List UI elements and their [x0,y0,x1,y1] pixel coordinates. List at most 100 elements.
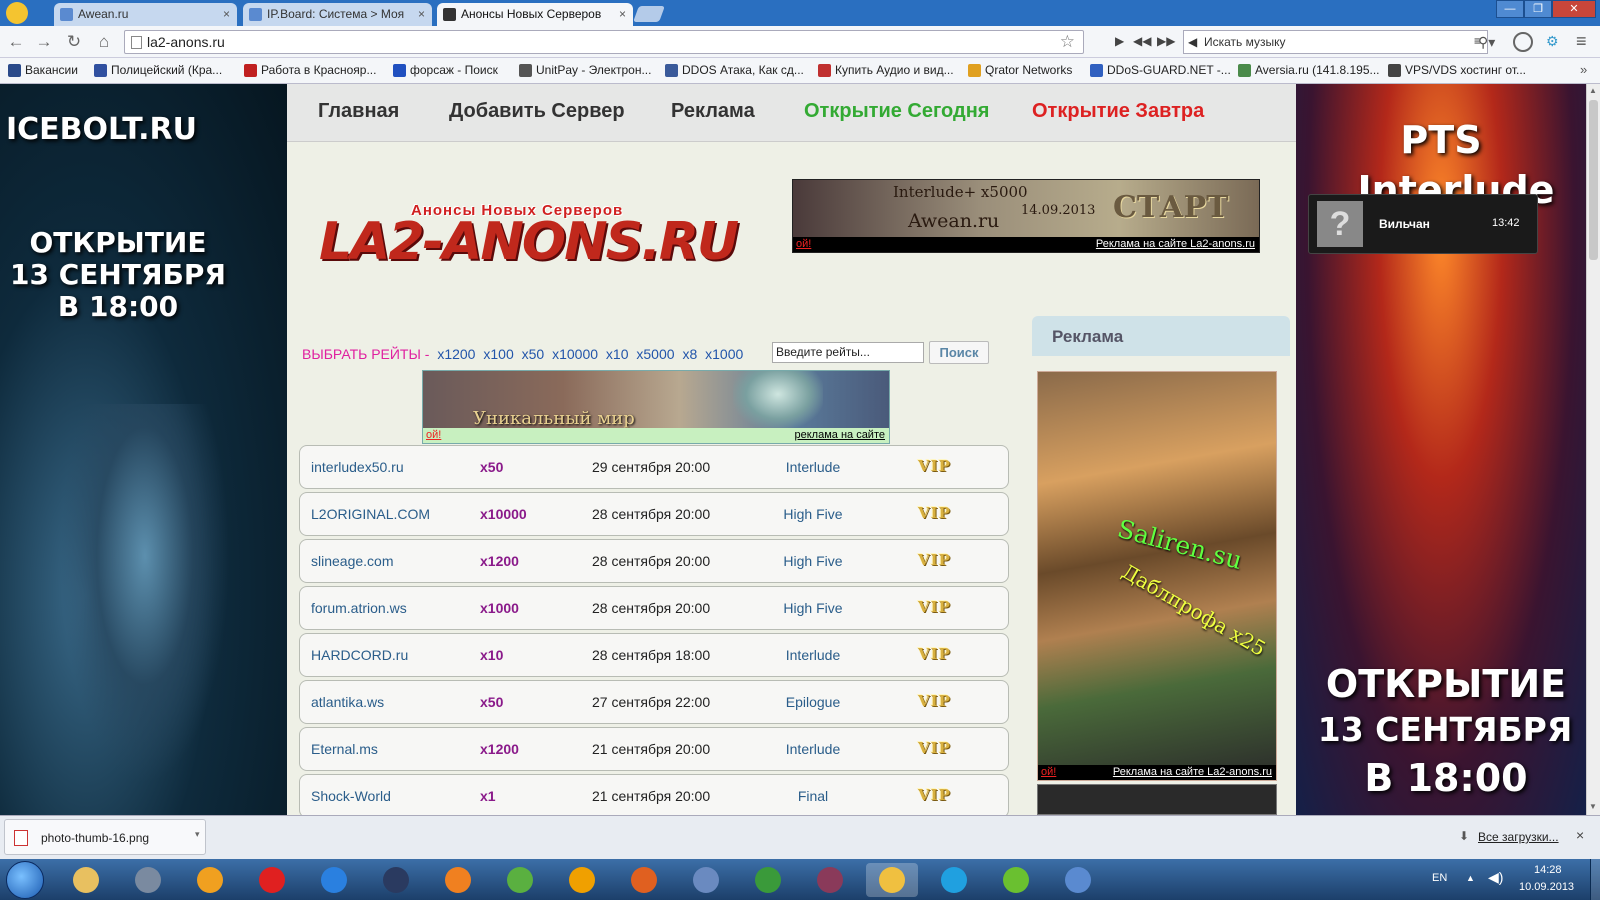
extension-icon[interactable] [1513,32,1533,52]
all-downloads-link[interactable]: Все загрузки... [1478,830,1559,844]
minimize-button[interactable]: — [1496,0,1524,18]
clock-time[interactable]: 14:28 [1534,864,1562,876]
server-site[interactable]: HARDCORD.ru [311,647,408,663]
reload-icon[interactable]: ↻ [64,32,84,52]
taskbar-winrar-button[interactable] [804,863,856,897]
home-icon[interactable]: ⌂ [94,32,114,52]
sidebar-ad-oops-link[interactable]: ой! [1041,766,1056,778]
tools-icon[interactable]: ⚙ [1546,33,1559,50]
taskbar-ie-button[interactable] [308,863,360,897]
taskbar-odnoklassniki-button[interactable] [432,863,484,897]
vertical-scrollbar[interactable]: ▲ ▼ [1586,84,1600,815]
taskbar-icq-button[interactable] [990,863,1042,897]
taskbar-paint-button[interactable] [1052,863,1104,897]
chat-notification[interactable]: ? Вильчан 13:42 [1308,194,1538,254]
rate-link[interactable]: x1200 [437,346,475,362]
server-site[interactable]: interludex50.ru [311,459,404,475]
nav-opening-today[interactable]: Открытие Сегодня [804,100,989,123]
tab-awean[interactable]: Awean.ru × [54,3,237,26]
download-menu-icon[interactable]: ▾ [195,829,200,840]
bookmark-item[interactable]: DDOS Атака, Как сд... [665,63,804,77]
server-site[interactable]: Shock-World [311,788,391,804]
rate-link[interactable]: x10 [606,346,629,362]
prev-icon[interactable]: ◀◀ [1133,34,1151,48]
bookmark-item[interactable]: Купить Аудио и вид... [818,63,954,77]
nav-home[interactable]: Главная [318,100,399,123]
scroll-up-icon[interactable]: ▲ [1589,86,1597,95]
server-row[interactable]: Eternal.ms x1200 21 сентября 20:00 Inter… [299,727,1009,771]
taskbar-skype-button[interactable] [928,863,980,897]
bookmark-item[interactable]: Qrator Networks [968,63,1072,77]
start-button[interactable] [6,861,44,899]
server-site[interactable]: slineage.com [311,553,394,569]
server-row[interactable]: L2ORIGINAL.COM x10000 28 сентября 20:00 … [299,492,1009,536]
music-search-input[interactable]: ◀ Искать музыку ≡ [1183,30,1488,54]
scroll-thumb[interactable] [1589,100,1598,260]
taskbar-yandex-button[interactable] [246,863,298,897]
server-site[interactable]: L2ORIGINAL.COM [311,506,430,522]
back-icon[interactable]: ← [6,32,26,52]
taskbar-media-player-button[interactable] [618,863,670,897]
address-bar[interactable]: la2-anons.ru ☆ [124,30,1084,54]
rate-link[interactable]: x1000 [705,346,743,362]
bookmark-item[interactable]: форсаж - Поиск [393,63,498,77]
nav-opening-tomorrow[interactable]: Открытие Завтра [1032,100,1204,123]
mid-ad-oops-link[interactable]: ой! [426,429,441,441]
sidebar-ad-caption-link[interactable]: Реклама на сайте La2-anons.ru [1113,766,1272,778]
rate-link[interactable]: x5000 [636,346,674,362]
taskbar-mail-agent-button[interactable] [556,863,608,897]
rate-link[interactable]: x10000 [552,346,598,362]
taskbar-mail-button[interactable] [680,863,732,897]
bookmark-item[interactable]: Вакансии [8,63,78,77]
nav-add-server[interactable]: Добавить Сервер [449,100,625,123]
bookmark-item[interactable]: VPS/VDS хостинг от... [1388,63,1526,77]
top-advertisement-banner[interactable]: Interlude+ x5000 Awean.ru 14.09.2013 СТА… [792,179,1260,253]
server-row[interactable]: forum.atrion.ws x1000 28 сентября 20:00 … [299,586,1009,630]
bookmark-item[interactable]: Aversia.ru (141.8.195... [1238,63,1380,77]
clock-date[interactable]: 10.09.2013 [1519,881,1574,893]
taskbar-volume-button[interactable] [122,863,174,897]
bookmark-item[interactable]: Работа в Краснояр... [244,63,376,77]
top-ad-caption-link[interactable]: Реклама на сайте La2-anons.ru [1096,238,1255,250]
server-row[interactable]: atlantika.ws x50 27 сентября 22:00 Epilo… [299,680,1009,724]
download-bar-close[interactable]: × [1576,827,1584,843]
server-site[interactable]: atlantika.ws [311,694,384,710]
download-item[interactable]: photo-thumb-16.png ▾ [4,819,206,855]
scroll-down-icon[interactable]: ▼ [1589,802,1597,811]
tab-close-icon[interactable]: × [223,7,230,21]
server-row[interactable]: interludex50.ru x50 29 сентября 20:00 In… [299,445,1009,489]
left-side-banner[interactable]: ICEBOLT.RU ОТКРЫТИЕ 13 СЕНТЯБРЯ В 18:00 [0,84,287,815]
rate-link[interactable]: x8 [682,346,697,362]
more-bookmarks-icon[interactable]: » [1580,62,1587,77]
sidebar-advertisement[interactable]: Saliren.su Даблпрофа x25 ой! Реклама на … [1037,371,1277,781]
taskbar-globe-button[interactable] [370,863,422,897]
new-tab-button[interactable] [633,6,665,22]
tray-arrow-icon[interactable]: ▲ [1466,873,1475,883]
server-row[interactable]: HARDCORD.ru x10 28 сентября 18:00 Interl… [299,633,1009,677]
server-row[interactable]: Shock-World x1 21 сентября 20:00 Final V… [299,774,1009,815]
taskbar-browser-button[interactable] [184,863,236,897]
mid-ad-caption-link[interactable]: реклама на сайте [795,429,886,441]
language-indicator[interactable]: EN [1432,872,1447,884]
tab-anons[interactable]: Анонсы Новых Серверов × [437,3,633,26]
taskbar-explorer-button[interactable] [60,863,112,897]
forward-icon[interactable]: → [34,32,54,52]
bookmark-item[interactable]: Полицейский (Кра... [94,63,222,77]
search-icon[interactable]: ⚲▾ [1478,34,1495,51]
rate-link[interactable]: x50 [522,346,545,362]
taskbar-chat-button[interactable] [742,863,794,897]
taskbar-chrome-button[interactable] [866,863,918,897]
show-desktop-button[interactable] [1590,859,1600,900]
taskbar-browser2-button[interactable] [494,863,546,897]
tab-close-icon[interactable]: × [619,7,626,21]
tab-close-icon[interactable]: × [418,7,425,21]
server-site[interactable]: forum.atrion.ws [311,600,407,616]
middle-advertisement-banner[interactable]: Уникальный мир ой! реклама на сайте [422,370,890,444]
bookmark-item[interactable]: UnitPay - Электрон... [519,63,651,77]
settings-menu-icon[interactable]: ≡ [1576,31,1587,52]
site-logo[interactable]: Анонсы Новых Серверов LA2-ANONS.RU [319,202,739,274]
maximize-button[interactable]: ❐ [1524,0,1552,18]
rate-search-input[interactable]: Введите рейты... [772,342,924,363]
server-row[interactable]: slineage.com x1200 28 сентября 20:00 Hig… [299,539,1009,583]
next-icon[interactable]: ▶▶ [1157,34,1175,48]
